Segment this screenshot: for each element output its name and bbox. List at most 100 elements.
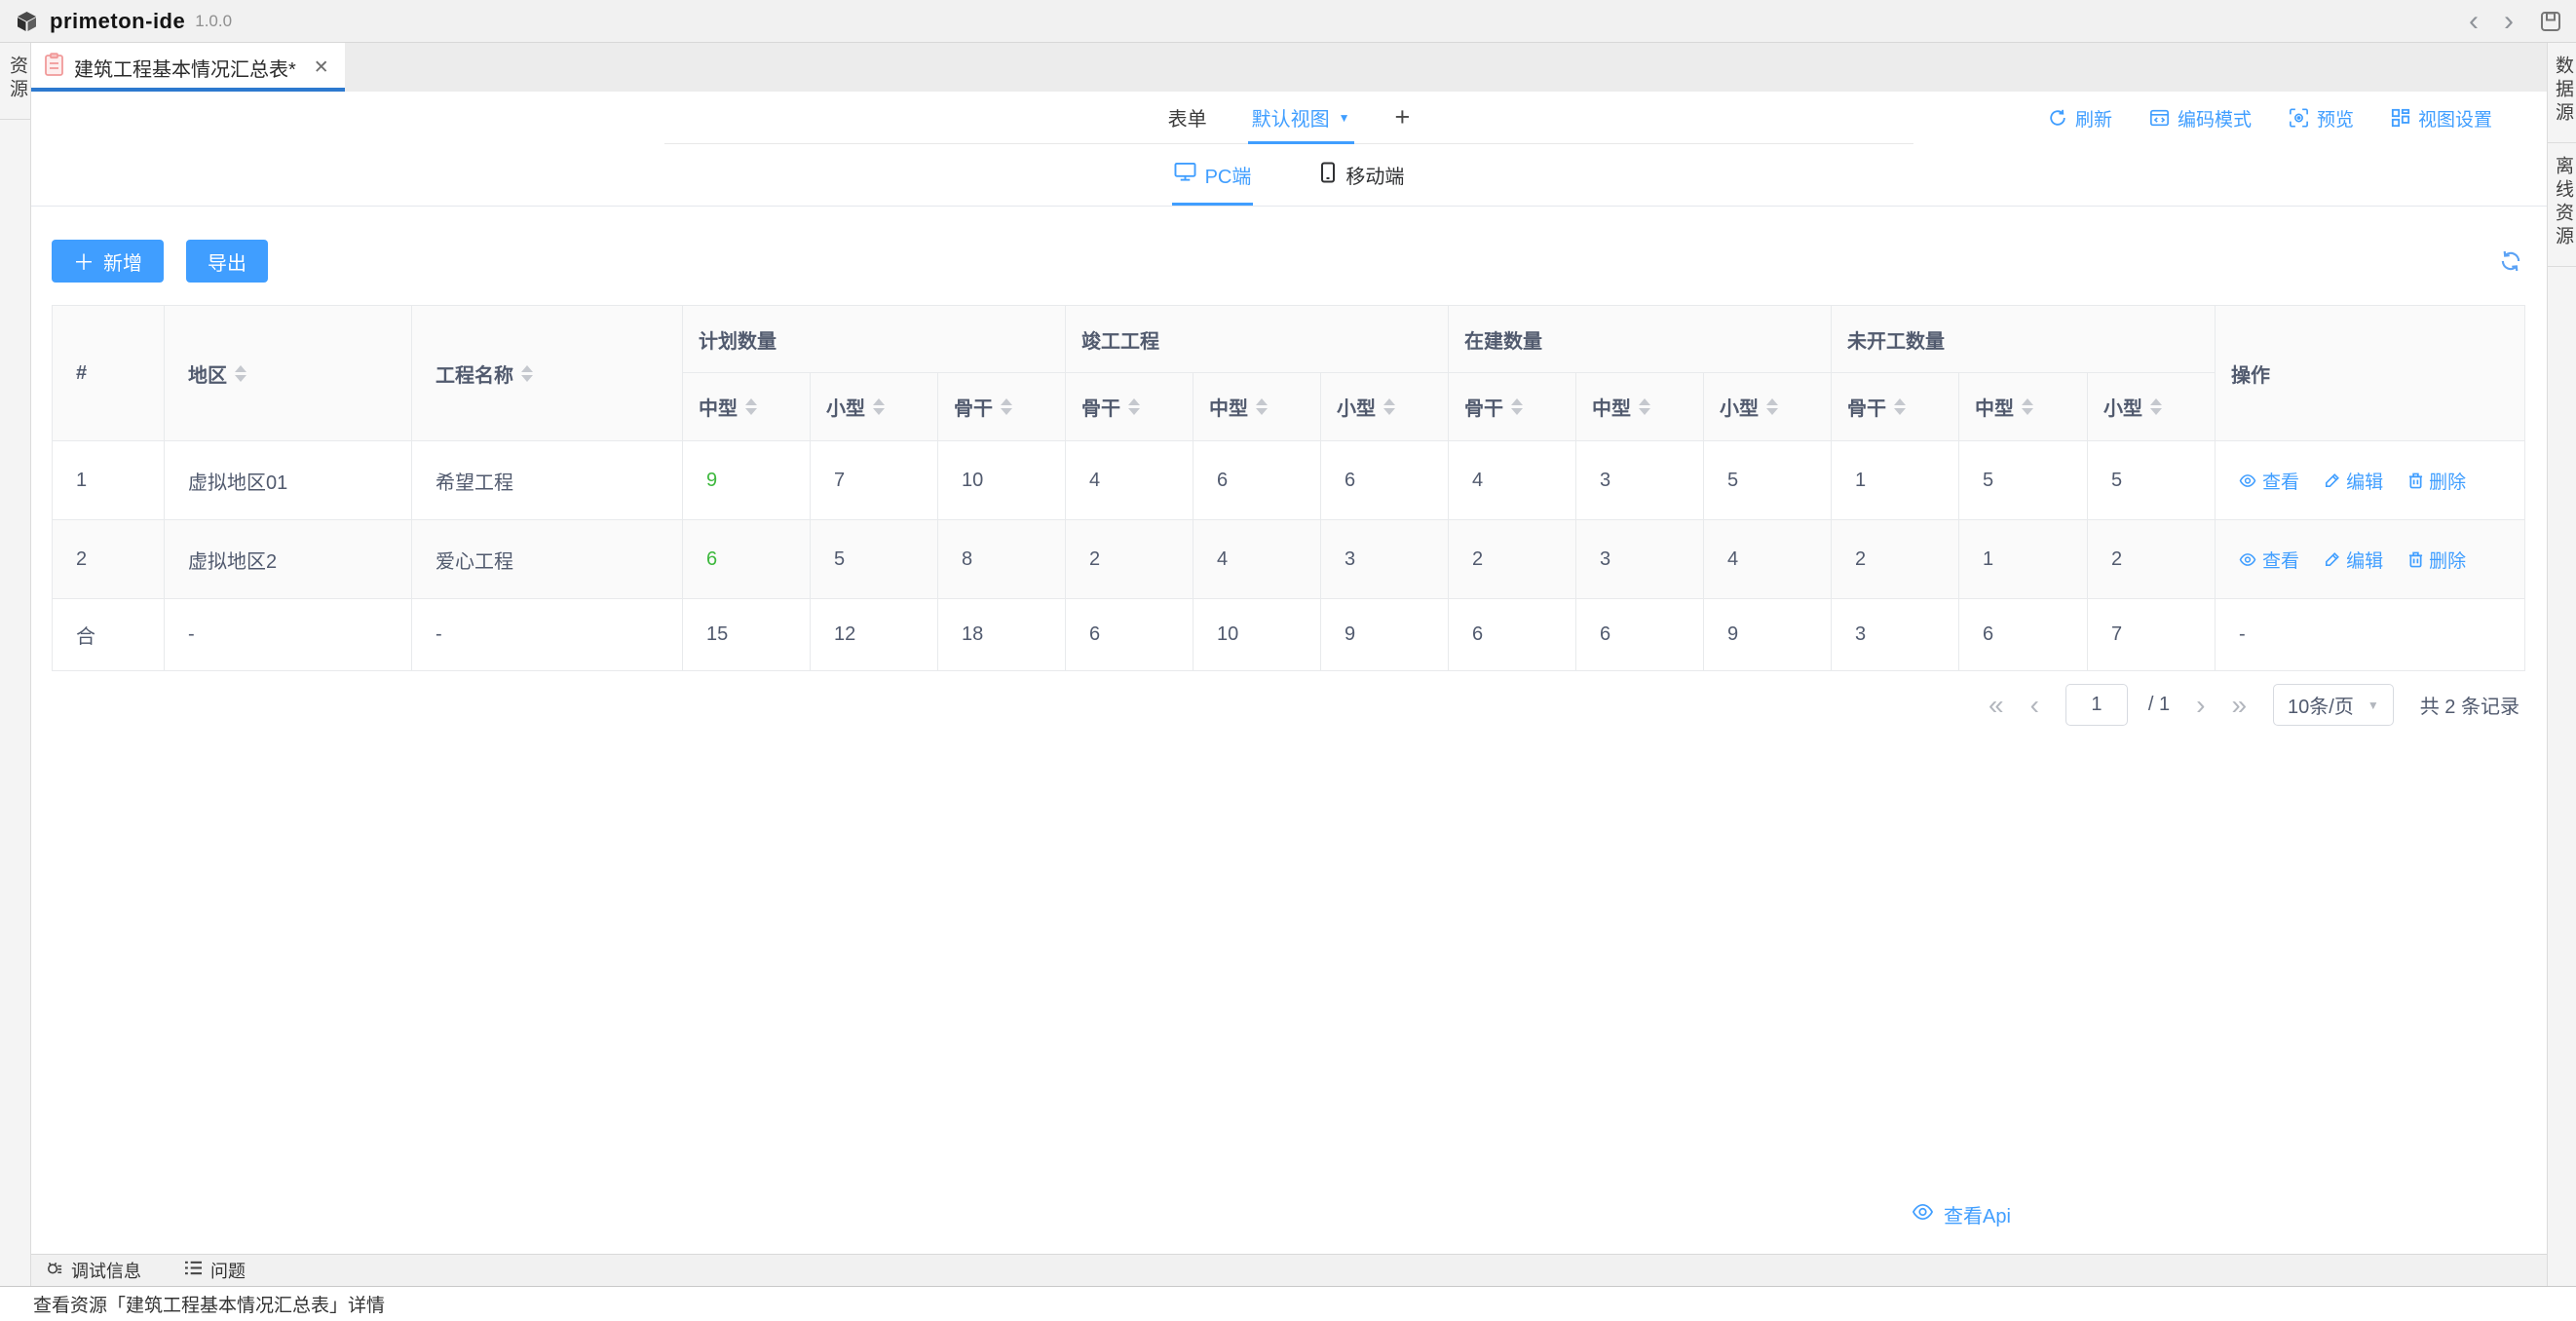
sort-icon[interactable] <box>1128 398 1141 415</box>
table-cell: 6 <box>1575 598 1705 671</box>
tab-form[interactable]: 表单 <box>1168 92 1207 143</box>
page-size-select[interactable]: 10条/页 ▼ <box>2273 684 2394 726</box>
sort-icon[interactable] <box>1766 398 1779 415</box>
chevron-down-icon[interactable]: ▼ <box>1339 111 1350 125</box>
table-cell: 虚拟地区2 <box>164 519 412 599</box>
tab-pc[interactable]: PC端 <box>1171 144 1254 206</box>
titlebar: primeton-ide 1.0.0 ‹ › <box>0 0 2576 43</box>
table-cell: 1 <box>1831 440 1960 520</box>
column-subheader[interactable]: 骨干 <box>936 372 1067 441</box>
code-mode-label: 编码模式 <box>2177 109 2252 131</box>
sort-icon[interactable] <box>873 398 885 415</box>
table-cell: 5 <box>1958 440 2089 520</box>
sort-icon[interactable] <box>1001 398 1012 415</box>
column-subheader[interactable]: 骨干 <box>1831 372 1960 441</box>
device-tabs: PC端 移动端 <box>31 144 2547 207</box>
sort-icon[interactable] <box>521 364 533 382</box>
sidebar-item-label: 资源 <box>7 56 27 102</box>
close-icon[interactable]: ✕ <box>314 57 329 79</box>
sort-icon[interactable] <box>235 364 246 382</box>
sidebar-item-resources[interactable]: 资源 <box>0 43 30 120</box>
debug-info-button[interactable]: 调试信息 <box>45 1258 141 1283</box>
view-link[interactable]: 查看 <box>2239 547 2299 573</box>
eye-icon <box>1912 1203 1934 1227</box>
nav-back-icon[interactable]: ‹ <box>2469 7 2479 36</box>
column-header[interactable]: 工程名称 <box>411 305 683 441</box>
prev-page-icon[interactable]: ‹ <box>2030 691 2039 719</box>
page-input[interactable]: 1 <box>2065 684 2128 726</box>
app-title: primeton-ide <box>50 9 186 33</box>
sync-icon[interactable] <box>2498 248 2523 274</box>
sort-icon[interactable] <box>2150 398 2163 415</box>
column-subheader[interactable]: 小型 <box>1703 372 1833 441</box>
column-subheader[interactable]: 中型 <box>1575 372 1705 441</box>
table-cell: 9 <box>682 440 811 520</box>
export-button[interactable]: 导出 <box>186 240 269 283</box>
sort-icon[interactable] <box>1383 398 1396 415</box>
view-settings-button[interactable]: 视图设置 <box>2391 105 2492 132</box>
column-subheader[interactable]: 中型 <box>682 372 811 441</box>
sort-icon[interactable] <box>1256 398 1269 415</box>
tab-default-view[interactable]: 默认视图 ▼ <box>1247 92 1354 144</box>
problems-button[interactable]: 问题 <box>184 1258 246 1283</box>
summary-row: 合 - -15 12 18 6 10 9 6 6 9 3 6 7- <box>52 598 2526 671</box>
preview-button[interactable]: 预览 <box>2289 105 2354 132</box>
plus-icon: ＋ <box>73 250 95 275</box>
sort-icon[interactable] <box>1894 398 1907 415</box>
table-cell: 4 <box>1065 440 1194 520</box>
sidebar-item-offline-resources[interactable]: 离线资源 <box>2548 143 2576 267</box>
table-cell: 10 <box>936 440 1067 520</box>
table-cell: 3 <box>1831 598 1960 671</box>
content-area: ＋ 新增 导出 # 地区 工程名称 计划数量 竣工工程 在建数量 未开工数量 操作 中型 小型 骨干… <box>31 207 2547 1254</box>
table-cell: - <box>411 598 683 671</box>
column-subheader[interactable]: 骨干 <box>1065 372 1194 441</box>
edit-link[interactable]: 编辑 <box>2325 468 2383 494</box>
nav-forward-icon[interactable]: › <box>2504 7 2514 36</box>
save-icon[interactable] <box>2539 10 2562 33</box>
tab-mobile[interactable]: 移动端 <box>1319 144 1404 206</box>
column-subheader[interactable]: 中型 <box>1193 372 1322 441</box>
table-cell: 7 <box>810 440 938 520</box>
add-view-button[interactable]: + <box>1395 92 1411 143</box>
column-header-actions: 操作 <box>2215 305 2526 441</box>
table-cell: 18 <box>936 598 1067 671</box>
data-table: # 地区 工程名称 计划数量 竣工工程 在建数量 未开工数量 操作 中型 小型 骨干 骨干 中型 小型 骨干… <box>52 305 2526 671</box>
sidebar-item-datasource[interactable]: 数据源 <box>2548 43 2576 143</box>
status-text: 查看资源「建筑工程基本情况汇总表」详情 <box>33 1295 386 1316</box>
table-cell: 6 <box>1193 440 1322 520</box>
view-api-link[interactable]: 查看Api <box>1912 1200 2011 1228</box>
first-page-icon[interactable]: « <box>1989 691 2004 719</box>
column-subheader[interactable]: 中型 <box>1958 372 2089 441</box>
last-page-icon[interactable]: » <box>2231 691 2247 719</box>
eye-icon <box>2239 473 2256 488</box>
next-page-icon[interactable]: › <box>2196 691 2205 719</box>
delete-link[interactable]: 删除 <box>2408 547 2466 573</box>
view-toolbar: 刷新 编码模式 预览 视图设置 <box>2048 92 2492 144</box>
sort-icon[interactable] <box>1639 398 1651 415</box>
actions-cell: 查看 编辑 删除 <box>2215 519 2526 599</box>
sort-icon[interactable] <box>745 398 757 415</box>
column-subheader[interactable]: 小型 <box>810 372 938 441</box>
add-button[interactable]: ＋ 新增 <box>52 240 165 283</box>
edit-icon <box>2325 551 2340 567</box>
file-tab-bar: 建筑工程基本情况汇总表* ✕ <box>31 43 2547 92</box>
delete-link[interactable]: 删除 <box>2408 468 2466 494</box>
refresh-button[interactable]: 刷新 <box>2048 105 2112 132</box>
view-link[interactable]: 查看 <box>2239 468 2299 494</box>
view-tabs-row: 表单 默认视图 ▼ + 刷新 编码模式 预览 视图设置 <box>31 92 2547 144</box>
column-subheader[interactable]: 小型 <box>1320 372 1450 441</box>
table-cell: 5 <box>810 519 938 599</box>
file-tab[interactable]: 建筑工程基本情况汇总表* ✕ <box>31 43 345 92</box>
edit-link[interactable]: 编辑 <box>2325 547 2383 573</box>
code-mode-button[interactable]: 编码模式 <box>2149 105 2252 132</box>
table-cell: - <box>2215 598 2526 671</box>
sort-icon[interactable] <box>2022 398 2034 415</box>
sort-icon[interactable] <box>1511 398 1524 415</box>
eye-icon <box>2239 552 2256 567</box>
table-cell: 2 <box>2087 519 2216 599</box>
column-subheader[interactable]: 骨干 <box>1448 372 1577 441</box>
column-subheader[interactable]: 小型 <box>2087 372 2216 441</box>
table-cell: 5 <box>1703 440 1833 520</box>
table-cell: 爱心工程 <box>411 519 683 599</box>
column-header[interactable]: 地区 <box>164 305 412 441</box>
